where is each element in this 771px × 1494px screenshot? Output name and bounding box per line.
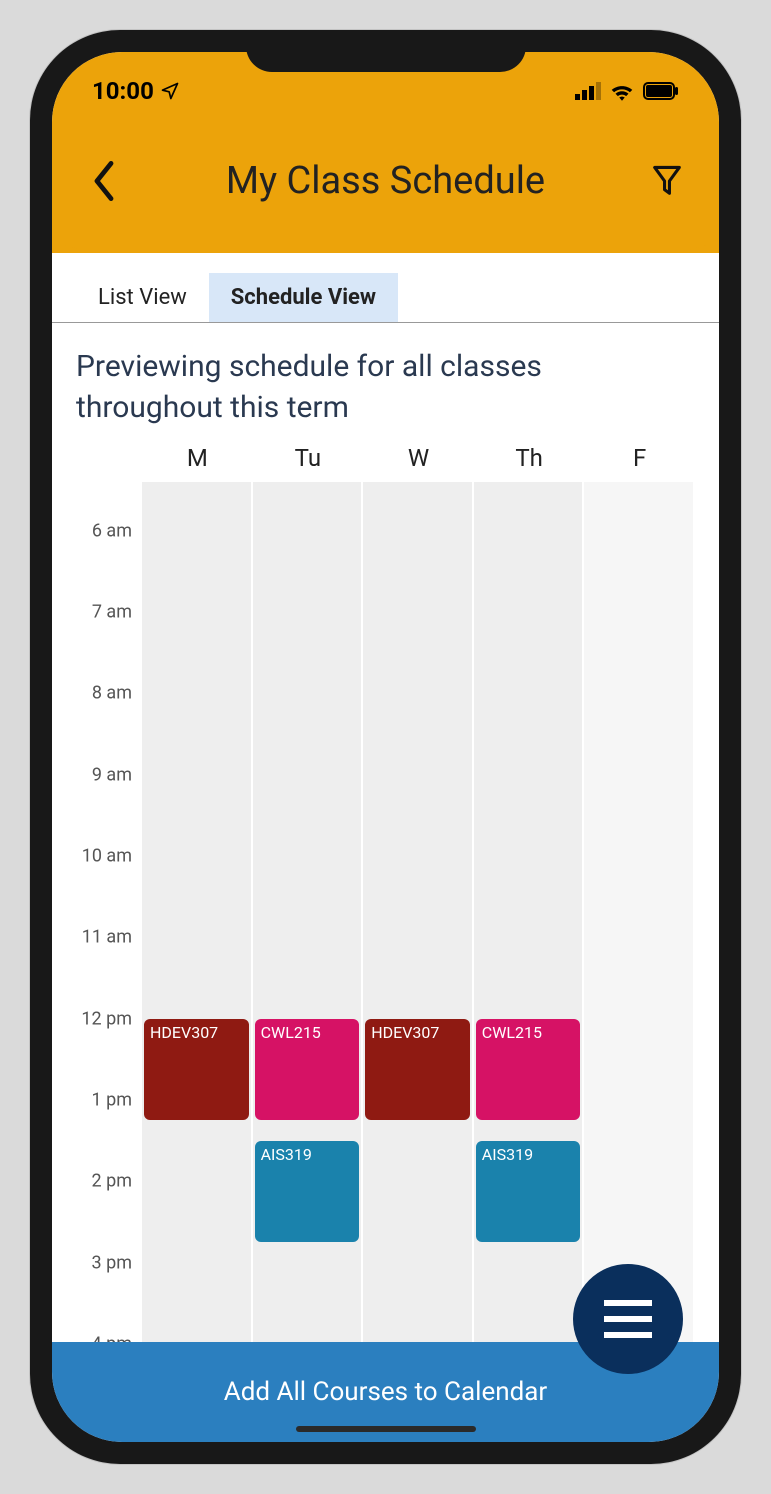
day-header: W — [363, 444, 474, 472]
schedule-event[interactable]: CWL215 — [255, 1019, 360, 1121]
time-label: 6 am — [92, 520, 132, 541]
time-label: 9 am — [92, 764, 132, 785]
notch — [246, 30, 526, 72]
time-column: 6 am 7 am 8 am 9 am 10 am 11 am 12 pm 1 pm 2 pm 3… — [62, 482, 142, 1352]
day-column-monday: HDEV307 — [142, 482, 253, 1352]
time-label: 3 pm — [92, 1252, 132, 1273]
phone-frame: 10:00 My Class Schedule — [30, 30, 741, 1464]
day-column-thursday: CWL215 AIS319 — [474, 482, 585, 1352]
funnel-icon — [652, 165, 682, 197]
schedule-event[interactable]: HDEV307 — [365, 1019, 470, 1121]
time-label: 7 am — [92, 602, 132, 623]
day-header: F — [584, 444, 695, 472]
schedule-event[interactable]: AIS319 — [255, 1141, 360, 1243]
screen: 10:00 My Class Schedule — [52, 52, 719, 1442]
add-all-courses-label: Add All Courses to Calendar — [224, 1377, 547, 1407]
day-header: Th — [474, 444, 585, 472]
time-label: 10 am — [82, 846, 132, 867]
schedule-event[interactable]: HDEV307 — [144, 1019, 249, 1121]
day-header: M — [142, 444, 253, 472]
schedule-event[interactable]: AIS319 — [476, 1141, 581, 1243]
app-header: My Class Schedule — [52, 108, 719, 253]
back-button[interactable] — [84, 161, 124, 201]
time-label: 2 pm — [92, 1171, 132, 1192]
home-indicator — [296, 1426, 476, 1432]
time-label: 8 am — [92, 683, 132, 704]
wifi-icon — [609, 81, 635, 101]
status-time: 10:00 — [92, 77, 154, 105]
status-time-area: 10:00 — [92, 77, 180, 105]
battery-icon — [643, 82, 679, 100]
status-indicators — [575, 81, 679, 101]
time-label: 12 pm — [81, 1008, 132, 1029]
tab-schedule-view[interactable]: Schedule View — [209, 273, 398, 322]
menu-fab[interactable] — [573, 1264, 683, 1374]
page-title: My Class Schedule — [226, 159, 545, 203]
schedule-grid[interactable]: 6 am 7 am 8 am 9 am 10 am 11 am 12 pm 1 pm 2 pm 3… — [62, 482, 695, 1352]
time-label: 1 pm — [92, 1089, 132, 1110]
calendar: M Tu W Th F 6 am 7 am 8 am 9 am 10 am 11 am 12… — [52, 444, 719, 1352]
tab-list-view[interactable]: List View — [76, 273, 209, 322]
time-label: 11 am — [82, 927, 132, 948]
menu-icon — [604, 1300, 652, 1306]
schedule-subtitle: Previewing schedule for all classes thro… — [52, 323, 719, 444]
day-header: Tu — [253, 444, 364, 472]
day-column-friday — [584, 482, 695, 1352]
cellular-icon — [575, 82, 601, 100]
chevron-left-icon — [91, 161, 117, 201]
schedule-event[interactable]: CWL215 — [476, 1019, 581, 1121]
day-column-tuesday: CWL215 AIS319 — [253, 482, 364, 1352]
view-tabs: List View Schedule View — [52, 253, 719, 323]
day-header-row: M Tu W Th F — [62, 444, 695, 482]
location-icon — [160, 81, 180, 101]
filter-button[interactable] — [647, 161, 687, 201]
day-column-wednesday: HDEV307 — [363, 482, 474, 1352]
